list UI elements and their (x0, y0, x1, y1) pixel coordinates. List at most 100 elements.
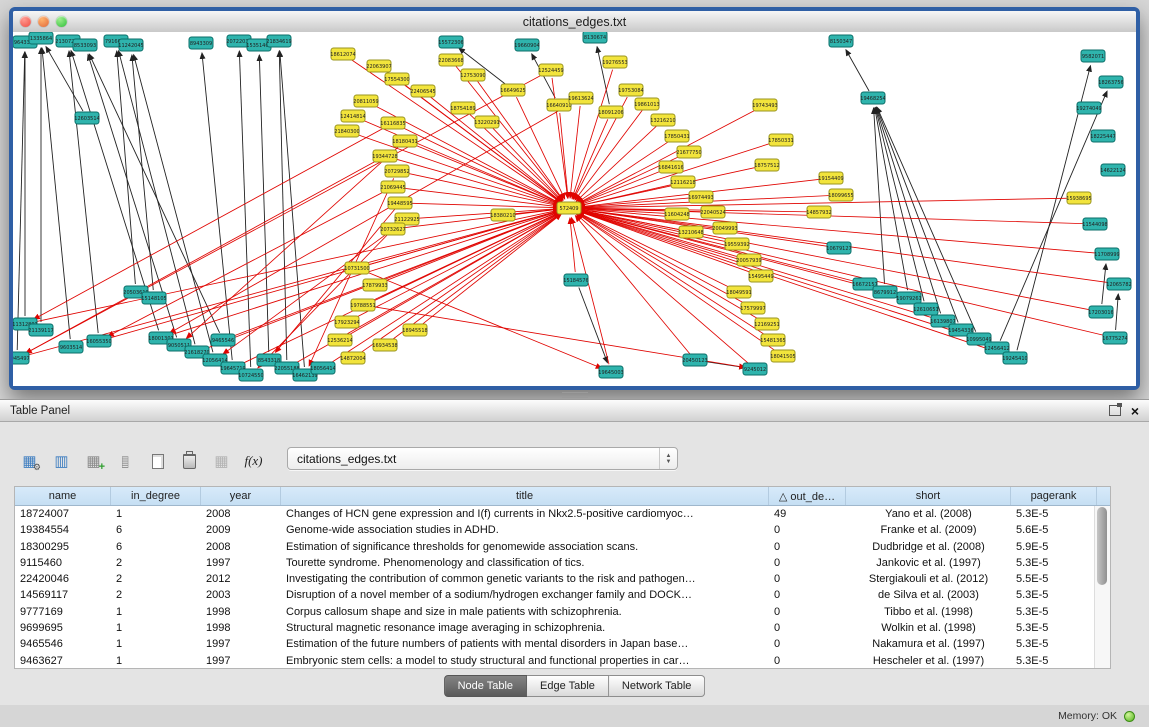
graph-node[interactable]: 16116835 (380, 117, 405, 129)
graph-node[interactable]: 13220291 (474, 116, 499, 128)
cell-year[interactable]: 2003 (201, 587, 281, 603)
tab-network-table[interactable]: Network Table (609, 675, 706, 697)
table-mode-button[interactable]: ▦ ⚙ (16, 449, 43, 473)
graph-node[interactable]: 18612074 (330, 48, 355, 60)
cell-in_degree[interactable]: 6 (111, 539, 201, 555)
graph-node[interactable]: 18225447 (1090, 130, 1115, 142)
graph-node[interactable]: 12116218 (670, 176, 695, 188)
graph-node[interactable]: 8679912 (873, 286, 897, 298)
minimize-window-button[interactable] (38, 16, 49, 27)
cell-pagerank[interactable]: 5.9E-5 (1011, 539, 1097, 555)
graph-node[interactable]: 19468254 (860, 92, 885, 104)
cell-short[interactable]: Yano et al. (2008) (846, 506, 1011, 522)
graph-node[interactable]: 11544098 (1082, 218, 1107, 230)
cell-short[interactable]: Wolkin et al. (1998) (846, 620, 1011, 636)
graph-node[interactable]: 16841616 (658, 161, 683, 173)
table-row[interactable]: 977716911998Corpus callosum shape and si… (15, 604, 1110, 620)
graph-node[interactable]: 18091206 (598, 106, 623, 118)
cell-pagerank[interactable]: 5.3E-5 (1011, 506, 1097, 522)
cell-title[interactable]: Investigating the contribution of common… (281, 571, 769, 587)
graph-node[interactable]: 11604248 (664, 208, 689, 220)
graph-node[interactable]: 19559392 (724, 238, 749, 250)
cell-title[interactable]: Estimation of significance thresholds fo… (281, 539, 769, 555)
graph-node[interactable]: 18380210 (490, 209, 515, 221)
graph-node[interactable]: 20057939 (736, 254, 761, 266)
graph-node[interactable]: 19645003 (598, 366, 623, 378)
graph-node[interactable]: 8150347 (829, 35, 853, 47)
cell-year[interactable]: 2009 (201, 522, 281, 538)
table-row[interactable]: 946362711997Embryonic stem cells: a mode… (15, 653, 1110, 669)
table-row[interactable]: 1456911722003Disruption of a novel membe… (15, 587, 1110, 603)
cell-title[interactable]: Corpus callosum shape and size in male p… (281, 604, 769, 620)
cell-year[interactable]: 2012 (201, 571, 281, 587)
cell-pagerank[interactable]: 5.3E-5 (1011, 587, 1097, 603)
cell-short[interactable]: Hescheler et al. (1997) (846, 653, 1011, 669)
column-header-out_degree[interactable]: △ out_de… (769, 487, 846, 505)
cell-name[interactable]: 18300295 (15, 539, 111, 555)
graph-node[interactable]: 18754189 (450, 102, 475, 114)
graph-node[interactable]: 20450123 (682, 354, 707, 366)
graph-node[interactable]: 18049591 (726, 286, 751, 298)
graph-node[interactable]: 21840300 (334, 125, 359, 137)
graph-node[interactable]: 21677750 (676, 146, 701, 158)
graph-node[interactable]: 16775274 (1102, 332, 1127, 344)
vertical-scrollbar[interactable] (1094, 506, 1110, 668)
graph-node[interactable]: 22040524 (700, 206, 725, 218)
cell-year[interactable]: 1997 (201, 653, 281, 669)
cell-title[interactable]: Embryonic stem cells: a model to study s… (281, 653, 769, 669)
column-header-in_degree[interactable]: in_degree (111, 487, 201, 505)
cell-pagerank[interactable]: 5.3E-5 (1011, 604, 1097, 620)
cell-short[interactable]: Jankovic et al. (1997) (846, 555, 1011, 571)
graph-node[interactable]: 12610651 (913, 303, 938, 315)
graph-node[interactable]: 18945518 (402, 324, 427, 336)
cell-name[interactable]: 9699695 (15, 620, 111, 636)
cell-name[interactable]: 9115460 (15, 555, 111, 571)
graph-node[interactable]: 21069445 (380, 181, 405, 193)
cell-out_degree[interactable]: 0 (769, 636, 846, 652)
table-row[interactable]: 1872400712008Changes of HCN gene express… (15, 506, 1110, 522)
cell-year[interactable]: 1997 (201, 555, 281, 571)
graph-node[interactable]: 19660904 (514, 39, 539, 51)
table-row[interactable]: 1830029562008Estimation of significance … (15, 539, 1110, 555)
column-header-name[interactable]: name (15, 487, 111, 505)
zoom-window-button[interactable] (56, 16, 67, 27)
cell-title[interactable]: Estimation of the future numbers of pati… (281, 636, 769, 652)
function-builder-button[interactable]: f(x) (240, 449, 267, 473)
graph-node[interactable]: 13210648 (678, 226, 703, 238)
graph-node[interactable]: 20049993 (712, 222, 737, 234)
cell-pagerank[interactable]: 5.6E-5 (1011, 522, 1097, 538)
graph-node[interactable]: 8533093 (73, 39, 97, 51)
cell-name[interactable]: 9463627 (15, 653, 111, 669)
graph-node[interactable]: 10731500 (344, 262, 369, 274)
graph-node[interactable]: 19079261 (896, 292, 921, 304)
graph-node[interactable]: 11242045 (118, 39, 143, 51)
cell-out_degree[interactable]: 0 (769, 587, 846, 603)
graph-node[interactable]: 19344728 (372, 150, 397, 162)
graph-node[interactable]: 1335864 (29, 32, 53, 44)
cell-title[interactable]: Genome-wide association studies in ADHD. (281, 522, 769, 538)
table-row[interactable]: 969969511998Structural magnetic resonanc… (15, 620, 1110, 636)
cell-pagerank[interactable]: 5.5E-5 (1011, 571, 1097, 587)
cell-short[interactable]: Tibbo et al. (1998) (846, 604, 1011, 620)
cell-short[interactable]: Dudbridge et al. (2008) (846, 539, 1011, 555)
graph-node[interactable]: 18757512 (754, 159, 779, 171)
graph-node[interactable]: 12536214 (327, 334, 352, 346)
table-row[interactable]: 2242004622012Investigating the contribut… (15, 571, 1110, 587)
graph-node[interactable]: 16055350 (86, 335, 111, 347)
cell-pagerank[interactable]: 5.3E-5 (1011, 636, 1097, 652)
cell-year[interactable]: 1998 (201, 604, 281, 620)
graph-node[interactable]: 17850331 (768, 134, 793, 146)
graph-node[interactable]: 21834619 (266, 35, 291, 47)
graph-node[interactable]: 19788551 (350, 299, 375, 311)
cell-short[interactable]: Nakamura et al. (1997) (846, 636, 1011, 652)
panel-splitter[interactable] (0, 390, 1149, 399)
graph-node[interactable]: 14857932 (806, 206, 831, 218)
close-panel-icon[interactable]: × (1131, 404, 1139, 418)
cell-name[interactable]: 14569117 (15, 587, 111, 603)
graph-node[interactable]: 18041505 (770, 350, 795, 362)
table-row[interactable]: 1938455462009Genome-wide association stu… (15, 522, 1110, 538)
tab-edge-table[interactable]: Edge Table (527, 675, 609, 697)
graph-node[interactable]: 18180431 (392, 135, 417, 147)
graph-node[interactable]: 12414814 (340, 110, 365, 122)
graph-node[interactable]: 10724550 (238, 369, 263, 381)
